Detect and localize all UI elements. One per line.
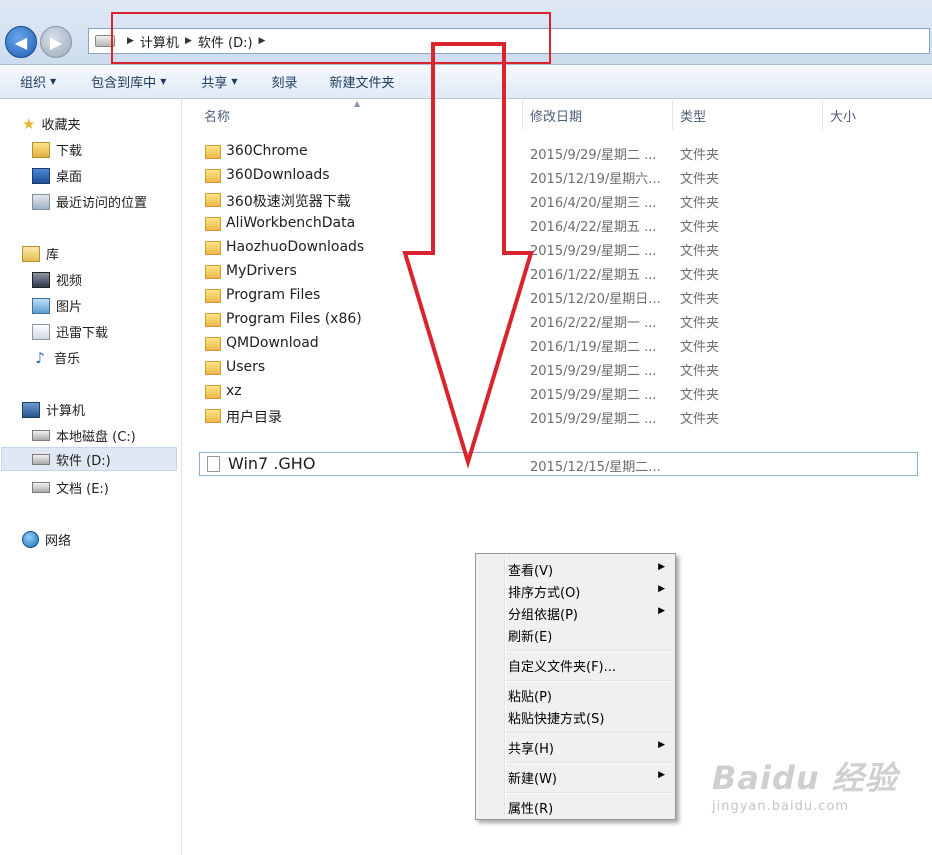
menu-item-properties[interactable]: 属性(R) xyxy=(508,798,553,817)
menu-item-share[interactable]: 共享(H) xyxy=(508,738,554,757)
menu-divider xyxy=(506,680,672,682)
menu-item-new[interactable]: 新建(W) xyxy=(508,768,557,787)
annotation-arrow xyxy=(402,42,534,469)
menu-divider xyxy=(506,650,672,652)
submenu-arrow-icon: ▶ xyxy=(658,584,665,594)
menu-item-refresh[interactable]: 刷新(E) xyxy=(508,626,552,645)
submenu-arrow-icon: ▶ xyxy=(658,740,665,750)
menu-divider xyxy=(506,792,672,794)
submenu-arrow-icon: ▶ xyxy=(658,606,665,616)
menu-item-customize-folder[interactable]: 自定义文件夹(F)... xyxy=(508,656,616,675)
menu-gutter xyxy=(504,556,506,815)
watermark-url: jingyan.baidu.com xyxy=(712,799,849,814)
menu-divider xyxy=(506,732,672,734)
menu-divider xyxy=(506,762,672,764)
baidu-watermark: Baidu 经验 jingyan.baidu.com xyxy=(712,753,898,814)
annotation-arrow-shape xyxy=(402,42,534,469)
menu-item-paste-shortcut[interactable]: 粘贴快捷方式(S) xyxy=(508,708,604,727)
submenu-arrow-icon: ▶ xyxy=(658,562,665,572)
context-menu: 查看(V) ▶ 排序方式(O) ▶ 分组依据(P) ▶ 刷新(E) 自定义文件夹… xyxy=(475,553,676,820)
menu-item-group[interactable]: 分组依据(P) xyxy=(508,604,578,623)
watermark-logo: Baidu 经验 xyxy=(712,759,898,797)
menu-item-sort[interactable]: 排序方式(O) xyxy=(508,582,580,601)
menu-item-view[interactable]: 查看(V) xyxy=(508,560,553,579)
menu-item-paste[interactable]: 粘贴(P) xyxy=(508,686,552,705)
submenu-arrow-icon: ▶ xyxy=(658,770,665,780)
